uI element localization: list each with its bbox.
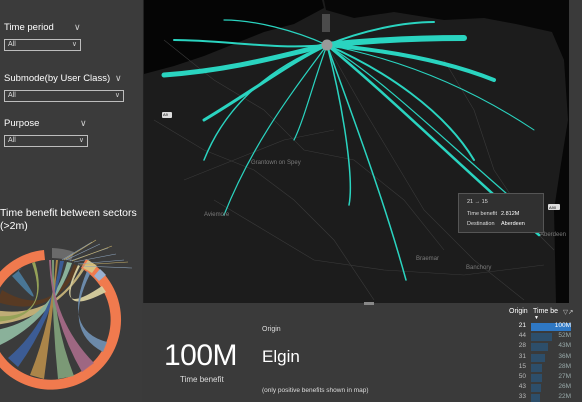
value-cell: 22M <box>558 393 571 401</box>
origin-table[interactable]: Origin Time be ▽↗ ▼ 21 100M 44 52M 28 43M 31 36… <box>504 308 578 402</box>
column-header-origin[interactable]: Origin <box>509 308 528 315</box>
tooltip-value: 2.812M <box>501 211 520 217</box>
road-shield-label: A9 <box>163 112 168 117</box>
chevron-down-icon[interactable]: ∨ <box>80 118 87 129</box>
table-row[interactable]: 44 52M <box>504 332 578 342</box>
chevron-down-icon: ∨ <box>78 137 84 144</box>
place-label: Banchory <box>466 265 492 271</box>
origin-marker[interactable] <box>321 39 333 51</box>
chevron-down-icon: ∨ <box>114 92 120 99</box>
value-cell: 52M <box>558 332 571 340</box>
place-label: Grantown on Spey <box>251 160 301 166</box>
flow-map[interactable]: Grantown on Spey Aviemore Aberdeen Braem… <box>143 0 569 303</box>
table-row[interactable]: 43 26M <box>504 383 578 393</box>
chevron-down-icon: ∨ <box>71 41 77 48</box>
filter-label: Submode(by User Class) <box>4 73 111 84</box>
purpose-select[interactable]: All ∨ <box>4 135 88 147</box>
tooltip-title: 21 → 15 <box>467 199 488 205</box>
table-row[interactable]: 21 100M <box>504 322 578 332</box>
kpi-caption: Time benefit <box>180 375 224 384</box>
value-cell: 28M <box>558 362 571 370</box>
chord-diagram[interactable] <box>0 238 142 402</box>
place-label: Braemar <box>416 256 440 262</box>
origin-cell: 28 <box>518 342 526 350</box>
origin-pin <box>322 14 330 32</box>
table-row[interactable]: 15 28M <box>504 363 578 373</box>
filter-icon[interactable]: ▽↗ <box>563 308 573 316</box>
chord-ribbon[interactable] <box>12 268 34 297</box>
origin-cell: 31 <box>518 352 526 360</box>
origin-cell: 43 <box>518 383 526 391</box>
value-cell: 36M <box>558 352 571 360</box>
select-value: All <box>8 92 16 99</box>
filter-label: Purpose <box>4 118 40 129</box>
value-cell: 26M <box>558 383 571 391</box>
filter-panel: Time period ∨ All ∨ Submode(by User Clas… <box>0 0 142 402</box>
chevron-down-icon[interactable]: ∨ <box>74 22 81 33</box>
road-shield-label: A90 <box>549 205 557 210</box>
tooltip-label: Destination <box>467 221 495 227</box>
side-strip <box>569 0 582 303</box>
origin-cell: 15 <box>518 362 526 370</box>
origin-cell: 33 <box>518 393 526 401</box>
column-header-time-benefit[interactable]: Time be <box>533 308 558 315</box>
table-row[interactable]: 50 27M <box>504 373 578 383</box>
time-period-select[interactable]: All ∨ <box>4 39 81 51</box>
origin-cell: 44 <box>518 332 526 340</box>
value-cell: 43M <box>558 342 571 350</box>
filter-label: Time period <box>4 22 54 33</box>
origin-cell: 50 <box>518 373 526 380</box>
origin-cell: 21 <box>518 322 526 329</box>
chevron-down-icon[interactable]: ∨ <box>115 73 122 84</box>
kpi-value: 100M <box>164 339 238 372</box>
filter-purpose: Purpose <box>4 118 39 129</box>
tooltip-label: Time benefit <box>467 211 498 217</box>
sort-desc-icon: ▼ <box>534 315 539 321</box>
value-cell: 27M <box>558 373 571 380</box>
tooltip-value: Aberdeen <box>501 221 525 227</box>
origin-value: Elgin <box>262 347 300 366</box>
select-value: All <box>8 137 16 144</box>
value-cell: 100M <box>554 322 571 329</box>
table-row[interactable]: 33 22M <box>504 393 578 402</box>
map-tooltip: 21 → 15 Time benefit 2.812M Destination … <box>458 193 544 233</box>
select-value: All <box>8 41 16 48</box>
map-note: (only positive benefits shown in map) <box>262 387 369 394</box>
chord-title: Time benefit between sectors (>2m) <box>0 207 137 232</box>
filter-submode: Submode(by User Class) <box>4 73 110 84</box>
origin-label: Origin <box>262 326 281 333</box>
submode-select[interactable]: All ∨ <box>4 90 124 102</box>
table-row[interactable]: 31 36M <box>504 353 578 363</box>
place-label: Aviemore <box>204 212 230 218</box>
table-row[interactable]: 28 43M <box>504 342 578 352</box>
filter-time-period: Time period <box>4 22 54 33</box>
